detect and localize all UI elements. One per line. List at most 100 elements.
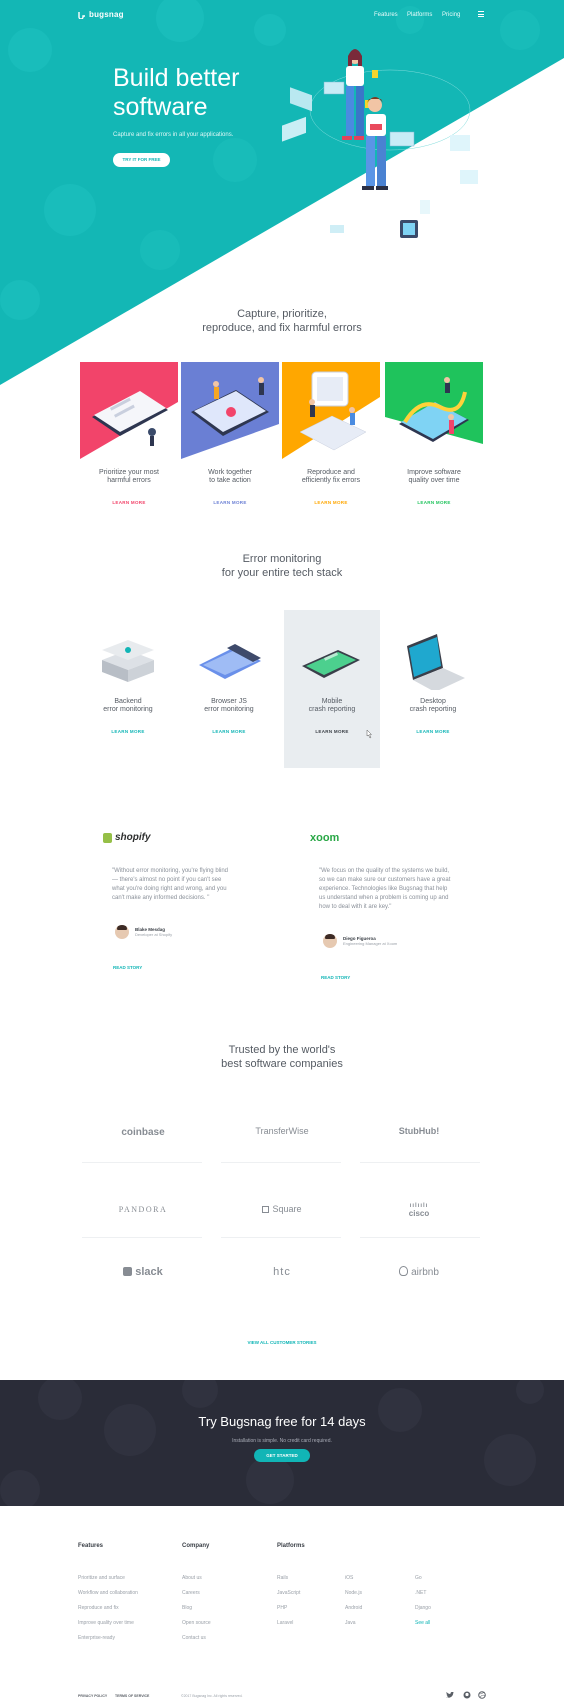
backend-learn-more-link[interactable]: LEARN MORE [80, 729, 176, 734]
avatar [115, 925, 129, 939]
footer-link[interactable]: Improve quality over time [78, 1620, 134, 1626]
footer-link[interactable]: Django [415, 1605, 431, 1611]
feature-caption-line2: efficiently fix errors [301, 477, 361, 484]
footer-link[interactable]: Go [415, 1575, 422, 1581]
footer-link[interactable]: Android [345, 1605, 362, 1611]
collaborate-illustration [181, 362, 279, 459]
feature-caption-line1: Reproduce and [307, 469, 355, 476]
tech-caption-line2: error monitoring [204, 706, 254, 713]
tech-caption-line1: Backend [114, 698, 142, 705]
shopify-logo: shopify [103, 832, 151, 843]
view-all-customer-stories-link[interactable]: VIEW ALL CUSTOMER STORIES [0, 1340, 564, 1345]
feature-caption-line2: to take action [209, 477, 251, 484]
footer-link[interactable]: Contact us [182, 1635, 206, 1641]
bugsnag-logo-icon [78, 11, 85, 19]
feature-caption-line2: harmful errors [107, 477, 151, 484]
feature-caption-line2: quality over time [408, 477, 460, 484]
footer-link[interactable]: Java [345, 1620, 356, 1626]
tech-caption-line1: Browser JS [211, 698, 247, 705]
divider [82, 1162, 202, 1163]
features-section-title: Capture, prioritize, reproduce, and fix … [0, 307, 564, 335]
author-role: Engineering Manager at Xoom [343, 941, 398, 946]
server-icon [80, 610, 176, 690]
feature-caption-line1: Improve software [407, 469, 461, 476]
footer-link[interactable]: Node.js [345, 1590, 362, 1596]
tech-caption-line2: error monitoring [103, 706, 153, 713]
prioritize-illustration [80, 362, 178, 459]
logo-text: bugsnag [89, 10, 124, 19]
copyright: ©2017 Bugsnag Inc. All rights reserved. [181, 1694, 243, 1698]
tech-caption-line1: Desktop [420, 698, 446, 705]
footer-link[interactable]: Laravel [277, 1620, 293, 1626]
htc-logo: htc [273, 1266, 291, 1278]
feature-card-reproduce: Reproduce and efficiently fix errors LEAR… [282, 362, 380, 512]
tech-mobile[interactable]: Mobile crash reporting LEARN MORE [284, 610, 380, 768]
privacy-policy-link[interactable]: PRIVACY POLICY [78, 1694, 107, 1698]
nav-platforms-link[interactable]: Platforms [407, 12, 432, 18]
stubhub-logo: StubHub! [398, 1126, 440, 1136]
footer-link[interactable]: Workflow and collaboration [78, 1590, 138, 1596]
shopify-read-story-link[interactable]: READ STORY [113, 965, 142, 970]
footer-link[interactable]: iOS [345, 1575, 353, 1581]
mail-icon[interactable] [478, 11, 484, 17]
nav-pricing-link[interactable]: Pricing [442, 12, 460, 18]
github-icon[interactable] [463, 1691, 471, 1699]
footer-link[interactable]: Rails [277, 1575, 288, 1581]
square-logo: Square [222, 1204, 342, 1214]
tech-desktop: Desktop crash reporting LEARN MORE [385, 610, 481, 765]
slack-logo-text: slack [135, 1266, 163, 1278]
feature-caption-line1: Work together [208, 469, 252, 476]
footer-link[interactable]: .NET [415, 1590, 426, 1596]
tech-title-line2: for your entire tech stack [221, 567, 343, 579]
developers-illustration [282, 49, 478, 238]
features-title-line1: Capture, prioritize, [237, 308, 327, 320]
prioritize-learn-more-link[interactable]: LEARN MORE [80, 500, 178, 505]
coinbase-logo: coinbase [121, 1127, 165, 1138]
footer-link[interactable]: Enterprise-ready [78, 1635, 115, 1641]
footer-platforms-heading: Platforms [277, 1543, 305, 1549]
trusted-title-line2: best software companies [221, 1058, 343, 1070]
footer-link[interactable]: Blog [182, 1605, 192, 1611]
avatar [323, 934, 337, 948]
cta-title: Try Bugsnag free for 14 days [198, 1414, 366, 1429]
square-logo-text: Square [272, 1204, 302, 1214]
collaborate-learn-more-link[interactable]: LEARN MORE [181, 500, 279, 505]
hero-subtitle: Capture and fix errors in all your appli… [113, 132, 234, 138]
feature-card-prioritize: Prioritize your most harmful errors LEARN… [80, 362, 178, 512]
tech-backend: Backend error monitoring LEARN MORE [80, 610, 176, 765]
twitter-icon[interactable] [446, 1692, 454, 1699]
footer-link[interactable]: JavaScript [277, 1590, 300, 1596]
terms-of-service-link[interactable]: TERMS OF SERVICE [115, 1694, 149, 1698]
feature-card-improve: Improve software quality over time LEARN … [385, 362, 483, 512]
divider [221, 1237, 341, 1238]
tech-caption-line1: Mobile [321, 698, 343, 705]
reproduce-learn-more-link[interactable]: LEARN MORE [282, 500, 380, 505]
airbnb-logo-text: airbnb [411, 1267, 439, 1278]
divider [360, 1237, 480, 1238]
bugsnag-logo[interactable]: bugsnag [78, 10, 124, 19]
browser-js-learn-more-link[interactable]: LEARN MORE [181, 729, 277, 734]
xoom-read-story-link[interactable]: READ STORY [321, 975, 350, 980]
footer-see-all-link[interactable]: See all [415, 1620, 430, 1626]
xoom-logo: xoom [310, 832, 340, 844]
footer-company-heading: Company [182, 1543, 210, 1549]
dribbble-icon[interactable] [478, 1691, 486, 1699]
divider [360, 1162, 480, 1163]
try-free-button[interactable]: TRY IT FOR FREE [113, 153, 170, 167]
footer-link[interactable]: Careers [182, 1590, 200, 1596]
improve-learn-more-link[interactable]: LEARN MORE [385, 500, 483, 505]
footer-features-heading: Features [78, 1543, 104, 1549]
airbnb-mark-icon [399, 1266, 409, 1276]
browser-icon [181, 610, 277, 690]
nav-features-link[interactable]: Features [374, 12, 398, 18]
get-started-button[interactable]: GET STARTED [254, 1449, 310, 1462]
footer-link[interactable]: Prioritize and surface [78, 1575, 125, 1581]
cta-section: Try Bugsnag free for 14 days Installatio… [0, 1380, 564, 1506]
feature-card-collaborate: Work together to take action LEARN MORE [181, 362, 279, 512]
desktop-learn-more-link[interactable]: LEARN MORE [385, 729, 481, 734]
divider [221, 1162, 341, 1163]
footer-link[interactable]: Reproduce and fix [78, 1605, 119, 1611]
footer-link[interactable]: PHP [277, 1605, 287, 1611]
footer-link[interactable]: About us [182, 1575, 202, 1581]
footer-link[interactable]: Open source [182, 1620, 211, 1626]
